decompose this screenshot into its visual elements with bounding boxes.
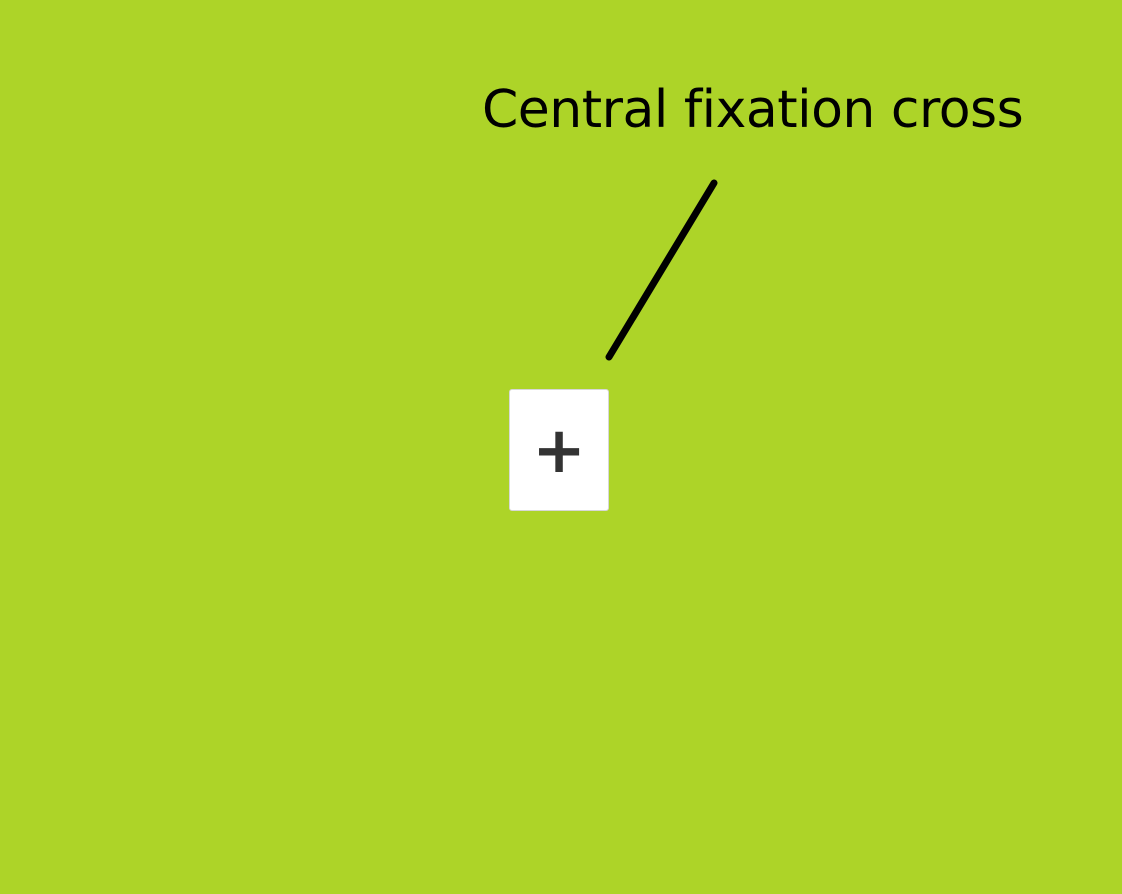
annotation-label: Central fixation cross bbox=[482, 80, 1024, 140]
leader-line-stroke bbox=[605, 179, 718, 361]
plus-icon: + bbox=[532, 414, 586, 488]
fixation-cross-card: + bbox=[509, 389, 609, 511]
